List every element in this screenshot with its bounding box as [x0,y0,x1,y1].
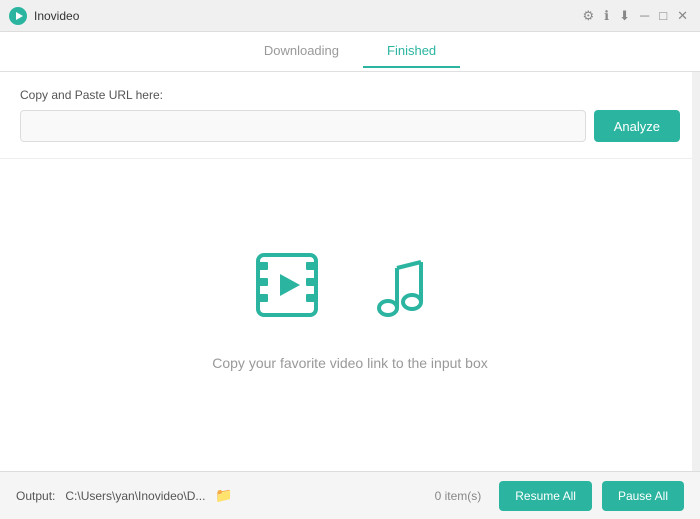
music-icon [360,240,450,335]
tab-bar: Downloading Finished [0,32,700,72]
maximize-button[interactable]: □ [655,6,671,25]
download-icon[interactable]: ⬇ [615,6,634,26]
app-title: Inovideo [34,9,579,23]
tab-finished[interactable]: Finished [363,35,460,68]
scroll-track[interactable] [692,72,700,471]
title-bar-controls: ⚙ ℹ ⬇ ─ □ ✕ [579,6,693,26]
empty-icons [250,240,450,335]
tab-downloading[interactable]: Downloading [240,35,363,68]
settings-icon[interactable]: ⚙ [579,6,599,26]
pause-all-button[interactable]: Pause All [602,481,684,511]
close-button[interactable]: ✕ [673,6,692,26]
url-label: Copy and Paste URL here: [20,88,680,102]
resume-all-button[interactable]: Resume All [499,481,592,511]
empty-state: Copy your favorite video link to the inp… [0,159,700,471]
item-count: 0 item(s) [435,489,482,503]
info-icon[interactable]: ℹ [600,6,613,26]
empty-state-message: Copy your favorite video link to the inp… [212,355,488,371]
url-area: Copy and Paste URL here: Analyze [0,72,700,159]
minimize-button[interactable]: ─ [636,6,653,25]
url-input-row: Analyze [20,110,680,142]
output-path: C:\Users\yan\Inovideo\D... [65,489,205,503]
folder-icon[interactable]: 📁 [215,487,232,504]
analyze-button[interactable]: Analyze [594,110,680,142]
output-label: Output: [16,489,55,503]
bottom-bar: Output: C:\Users\yan\Inovideo\D... 📁 0 i… [0,471,700,519]
url-input[interactable] [20,110,586,142]
film-icon [250,240,340,335]
app-logo [8,6,28,26]
title-bar: Inovideo ⚙ ℹ ⬇ ─ □ ✕ [0,0,700,32]
main-content: Copy and Paste URL here: Analyze [0,72,700,471]
